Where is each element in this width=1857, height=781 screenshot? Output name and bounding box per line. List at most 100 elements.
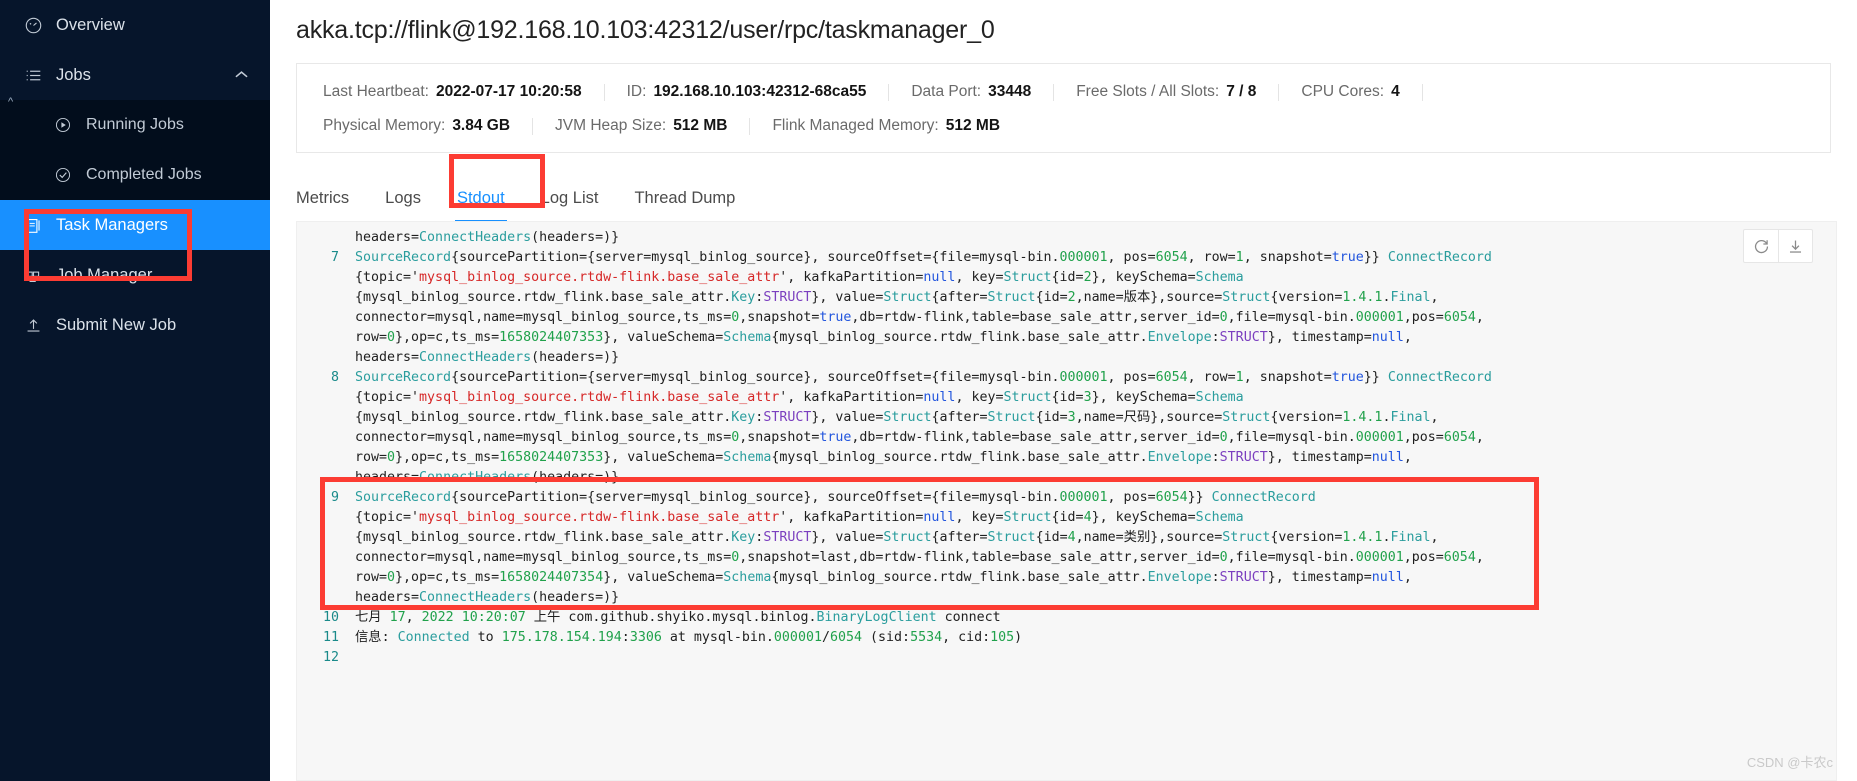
chevron-up-icon[interactable] bbox=[235, 68, 248, 82]
info-value: 4 bbox=[1391, 83, 1400, 100]
sidebar-item-completed-jobs[interactable]: Completed Jobs bbox=[0, 150, 270, 200]
info-label: CPU Cores: bbox=[1301, 83, 1385, 100]
sidebar-item-label: Running Jobs bbox=[86, 116, 184, 133]
line-number: 7 bbox=[330, 250, 339, 265]
sidebar-item-submit-new-job[interactable]: Submit New Job bbox=[0, 300, 270, 350]
info-row-1: Last Heartbeat: 2022-07-17 10:20:58 ID: … bbox=[297, 75, 1830, 109]
tab-thread-dump[interactable]: Thread Dump bbox=[634, 189, 735, 222]
log-line-text: connector=mysql,name=mysql_binlog_source… bbox=[355, 550, 1484, 565]
info-label: Data Port: bbox=[911, 83, 982, 100]
log-line-text: SourceRecord{sourcePartition={server=mys… bbox=[355, 250, 1492, 265]
log-line: {mysql_binlog_source.rtdw_flink.base_sal… bbox=[297, 408, 1836, 428]
info-jvm-heap-size: JVM Heap Size: 512 MB bbox=[533, 117, 749, 135]
sidebar-item-job-manager[interactable]: Job Manager bbox=[0, 250, 270, 300]
info-value: 33448 bbox=[988, 83, 1032, 100]
log-line-text: headers=ConnectHeaders(headers=)} bbox=[355, 350, 620, 365]
log-content: headers=ConnectHeaders(headers=)} 7 Source… bbox=[297, 222, 1836, 780]
list-icon bbox=[22, 67, 44, 84]
sidebar-item-label: Task Managers bbox=[56, 215, 168, 234]
log-line-text: {mysql_binlog_source.rtdw_flink.base_sal… bbox=[355, 530, 1439, 545]
log-line: headers=ConnectHeaders(headers=)} bbox=[297, 468, 1836, 488]
log-line-text: row=0},op=c,ts_ms=1658024407354}, valueS… bbox=[355, 570, 1412, 585]
info-free-slots: Free Slots / All Slots: 7 / 8 bbox=[1054, 83, 1278, 101]
tab-metrics[interactable]: Metrics bbox=[296, 189, 349, 222]
sidebar-item-overview[interactable]: Overview bbox=[0, 0, 270, 50]
log-line: 10 七月 17, 2022 10:20:07 上午 com.github.shy… bbox=[297, 608, 1836, 628]
play-circle-icon bbox=[52, 117, 74, 133]
log-line: connector=mysql,name=mysql_binlog_source… bbox=[297, 428, 1836, 448]
sidebar-item-task-managers[interactable]: Task Managers bbox=[0, 200, 270, 250]
log-line-text: connector=mysql,name=mysql_binlog_source… bbox=[355, 430, 1484, 445]
log-line: connector=mysql,name=mysql_binlog_source… bbox=[297, 548, 1836, 568]
log-line: row=0},op=c,ts_ms=1658024407353}, valueS… bbox=[297, 448, 1836, 468]
info-cpu-cores: CPU Cores: 4 bbox=[1279, 83, 1421, 101]
tab-bar: Metrics Logs Stdout Log List Thread Dump bbox=[296, 171, 1831, 223]
info-id: ID: 192.168.10.103:42312-68ca55 bbox=[605, 83, 889, 101]
log-action-buttons bbox=[1743, 229, 1813, 263]
log-line-text: {topic='mysql_binlog_source.rtdw-flink.b… bbox=[355, 270, 1244, 285]
sidebar-item-label: Submit New Job bbox=[56, 315, 177, 334]
page-title: akka.tcp://flink@192.168.10.103:42312/us… bbox=[296, 16, 995, 44]
log-line-text: {topic='mysql_binlog_source.rtdw-flink.b… bbox=[355, 510, 1244, 525]
info-label: Last Heartbeat: bbox=[323, 83, 429, 100]
sidebar-item-label: Completed Jobs bbox=[86, 166, 202, 183]
line-number: 10 bbox=[322, 610, 339, 625]
tab-logs[interactable]: Logs bbox=[385, 189, 421, 222]
log-line: row=0},op=c,ts_ms=1658024407354}, valueS… bbox=[297, 568, 1836, 588]
info-last-heartbeat: Last Heartbeat: 2022-07-17 10:20:58 bbox=[301, 83, 604, 101]
info-label: Free Slots / All Slots: bbox=[1076, 83, 1220, 100]
info-flink-managed-memory: Flink Managed Memory: 512 MB bbox=[750, 117, 1022, 135]
log-line-text: 信息: Connected to 175.178.154.194:3306 at… bbox=[355, 630, 1023, 645]
upload-icon bbox=[22, 317, 44, 334]
sidebar-item-label: Jobs bbox=[56, 65, 91, 84]
log-line: {topic='mysql_binlog_source.rtdw-flink.b… bbox=[297, 388, 1836, 408]
grid-icon bbox=[22, 267, 44, 284]
info-value: 7 / 8 bbox=[1226, 83, 1257, 100]
log-line: headers=ConnectHeaders(headers=)} bbox=[297, 348, 1836, 368]
download-icon[interactable] bbox=[1778, 230, 1812, 262]
log-line-text: {mysql_binlog_source.rtdw_flink.base_sal… bbox=[355, 410, 1439, 425]
log-line: 11 信息: Connected to 175.178.154.194:3306 … bbox=[297, 628, 1836, 648]
log-line-text: {mysql_binlog_source.rtdw_flink.base_sal… bbox=[355, 290, 1439, 305]
log-line-text: SourceRecord{sourcePartition={server=mys… bbox=[355, 490, 1316, 505]
taskmanager-info-card: Last Heartbeat: 2022-07-17 10:20:58 ID: … bbox=[296, 63, 1831, 153]
clipboard-icon bbox=[22, 217, 44, 234]
divider bbox=[1421, 83, 1423, 101]
info-label: Physical Memory: bbox=[323, 117, 446, 134]
info-value: 192.168.10.103:42312-68ca55 bbox=[653, 83, 867, 100]
line-number: 11 bbox=[322, 630, 339, 645]
line-number: 12 bbox=[322, 650, 339, 665]
log-line: connector=mysql,name=mysql_binlog_source… bbox=[297, 308, 1836, 328]
log-line-text: headers=ConnectHeaders(headers=)} bbox=[355, 470, 620, 485]
log-line-text: row=0},op=c,ts_ms=1658024407353}, valueS… bbox=[355, 330, 1412, 345]
sidebar-item-label: Job Manager bbox=[56, 265, 153, 284]
info-row-2: Physical Memory: 3.84 GB JVM Heap Size: … bbox=[297, 109, 1830, 143]
log-line-text: {topic='mysql_binlog_source.rtdw-flink.b… bbox=[355, 390, 1244, 405]
info-value: 3.84 GB bbox=[452, 117, 511, 134]
log-line: {topic='mysql_binlog_source.rtdw-flink.b… bbox=[297, 268, 1836, 288]
info-label: Flink Managed Memory: bbox=[772, 117, 939, 134]
log-line-text: 七月 17, 2022 10:20:07 上午 com.github.shyik… bbox=[355, 610, 1001, 625]
info-value: 512 MB bbox=[945, 117, 1001, 134]
log-line: headers=ConnectHeaders(headers=)} bbox=[297, 228, 1836, 248]
log-line: 9 SourceRecord{sourcePartition={server=my… bbox=[297, 488, 1836, 508]
info-data-port: Data Port: 33448 bbox=[889, 83, 1053, 101]
stdout-log-panel[interactable]: headers=ConnectHeaders(headers=)} 7 Source… bbox=[296, 221, 1837, 781]
log-line: 12 bbox=[297, 648, 1836, 668]
sidebar-item-jobs[interactable]: Jobs bbox=[0, 50, 270, 100]
refresh-icon[interactable] bbox=[1744, 230, 1778, 262]
log-line-text: connector=mysql,name=mysql_binlog_source… bbox=[355, 310, 1484, 325]
line-number: 9 bbox=[330, 490, 339, 505]
tab-stdout[interactable]: Stdout bbox=[454, 189, 507, 223]
log-line-text: headers=ConnectHeaders(headers=)} bbox=[355, 230, 620, 245]
check-circle-icon bbox=[52, 167, 74, 183]
sidebar-item-running-jobs[interactable]: Running Jobs bbox=[0, 100, 270, 150]
log-line: row=0},op=c,ts_ms=1658024407353}, valueS… bbox=[297, 328, 1836, 348]
info-label: JVM Heap Size: bbox=[555, 117, 667, 134]
line-number: 8 bbox=[330, 370, 339, 385]
info-value: 512 MB bbox=[673, 117, 728, 134]
log-line: 7 SourceRecord{sourcePartition={server=my… bbox=[297, 248, 1836, 268]
right-edge-spacer bbox=[1837, 0, 1857, 781]
tab-log-list[interactable]: Log List bbox=[541, 189, 599, 222]
sidebar: ^ Overview Jobs Running Jobs Completed J… bbox=[0, 0, 270, 781]
